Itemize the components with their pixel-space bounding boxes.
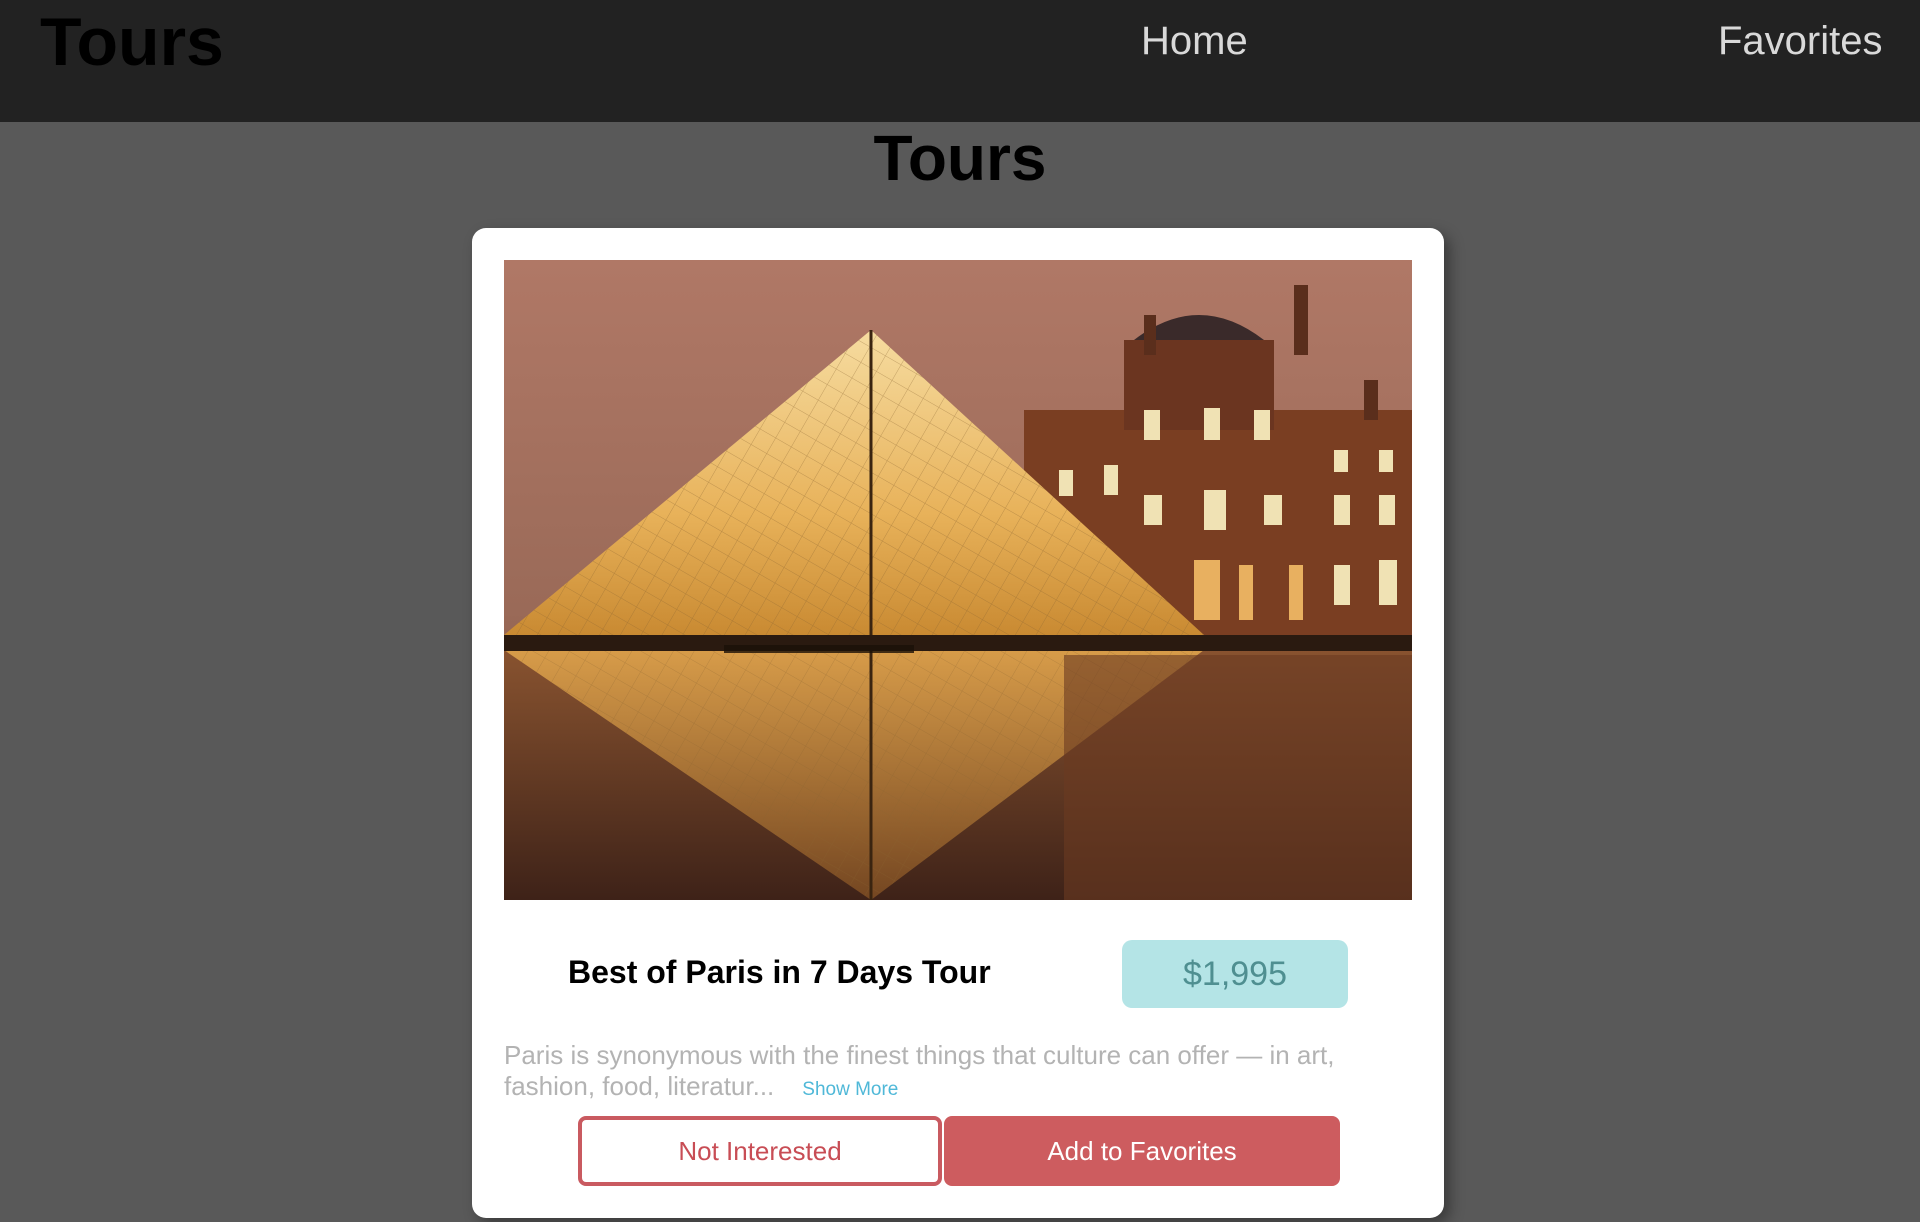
price-badge: $1,995 bbox=[1122, 940, 1348, 1008]
navbar: Tours Home Favorites bbox=[0, 0, 1920, 122]
tour-title: Best of Paris in 7 Days Tour bbox=[568, 954, 991, 990]
tour-image bbox=[504, 260, 1412, 900]
nav-link-home[interactable]: Home bbox=[1141, 18, 1248, 64]
add-to-favorites-button[interactable]: Add to Favorites bbox=[944, 1116, 1340, 1186]
page-title: Tours bbox=[873, 122, 1047, 194]
tour-description-text: Paris is synonymous with the finest thin… bbox=[504, 1040, 1335, 1101]
nav-link-favorites[interactable]: Favorites bbox=[1718, 18, 1883, 64]
not-interested-button[interactable]: Not Interested bbox=[578, 1116, 942, 1186]
tour-description: Paris is synonymous with the finest thin… bbox=[504, 1040, 1364, 1105]
show-more-button[interactable]: Show More bbox=[802, 1079, 898, 1100]
brand-logo[interactable]: Tours bbox=[40, 4, 224, 80]
tour-card: Best of Paris in 7 Days Tour $1,995 Pari… bbox=[472, 228, 1444, 1218]
